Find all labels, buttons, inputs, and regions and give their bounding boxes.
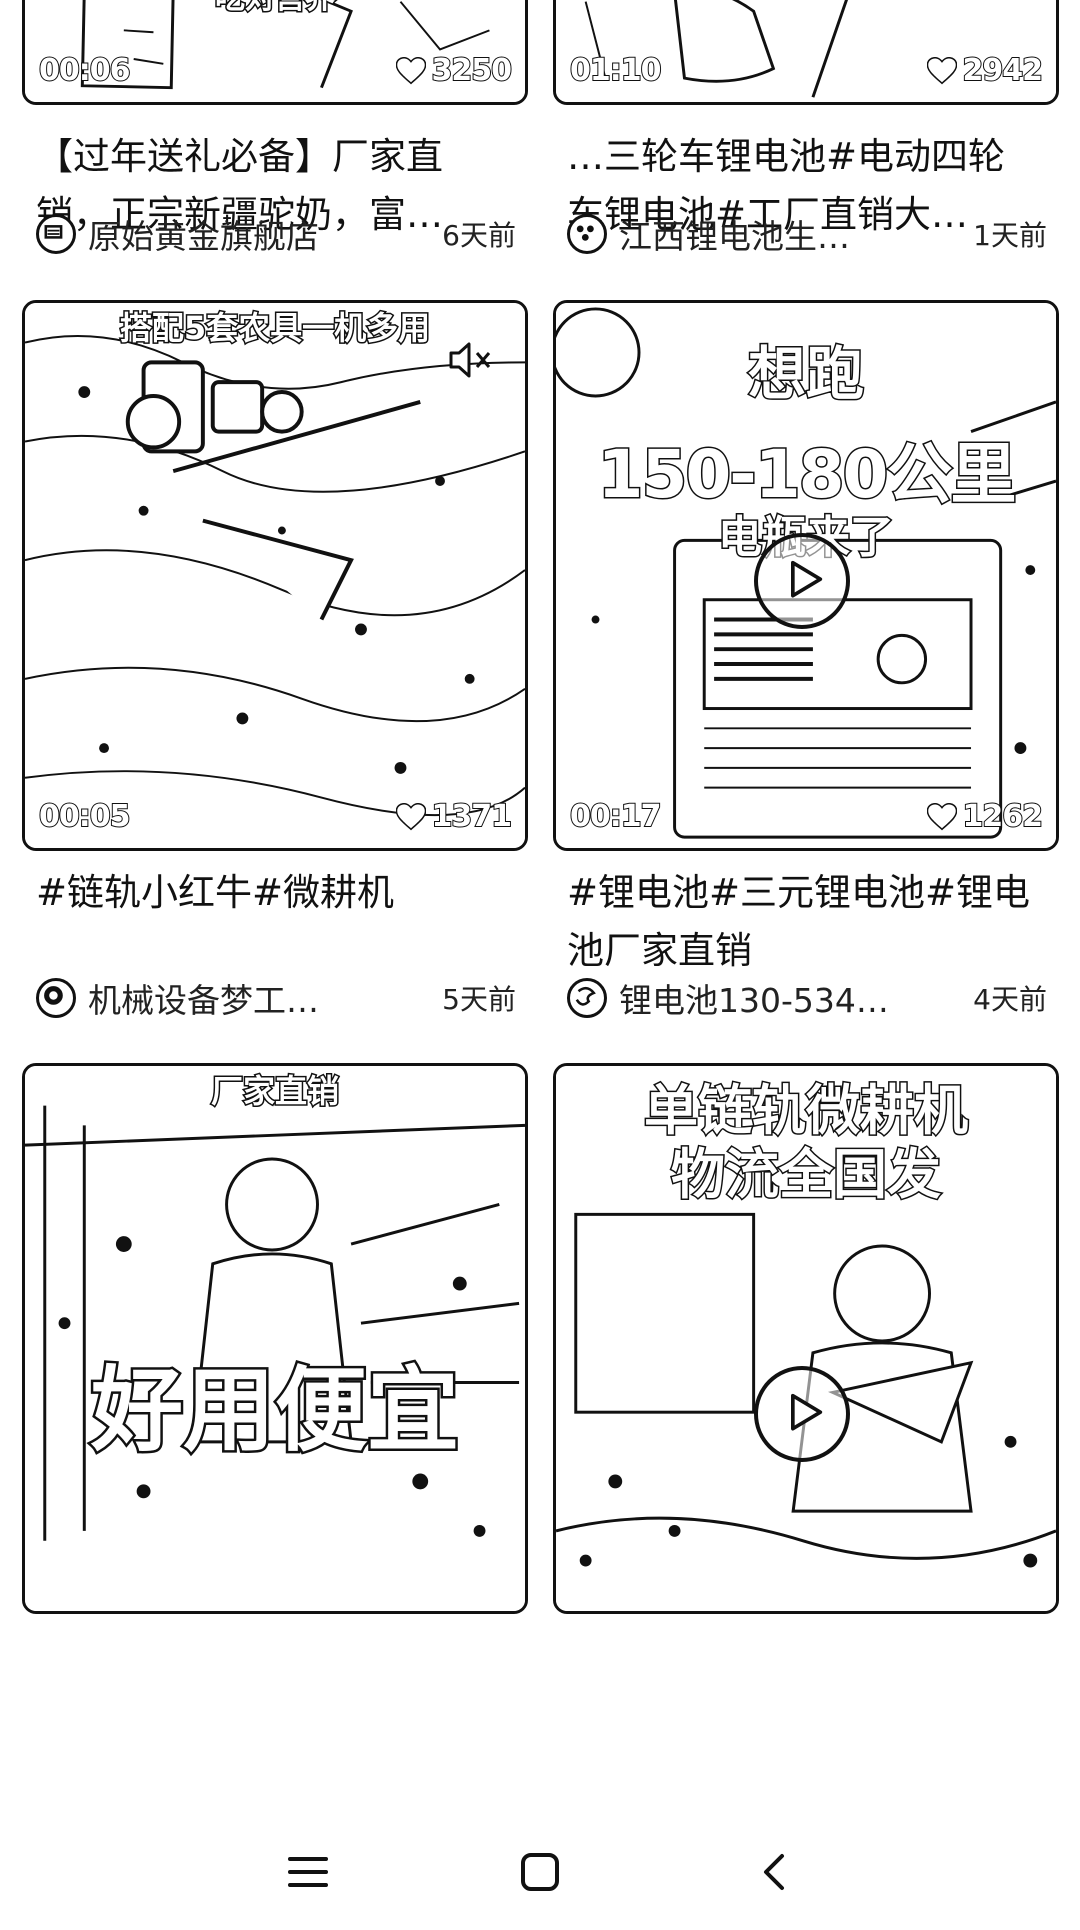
video-duration: 01:10 (569, 52, 662, 89)
video-title[interactable]: #锂电池#三元锂电池#锂电池厂家直销 (567, 864, 1037, 980)
video-card[interactable]: 厂家直销 好用便宜 (22, 1063, 530, 1818)
video-thumbnail[interactable]: 单链轨微耕机 物流全国发 (553, 1063, 1059, 1614)
author-avatar[interactable] (36, 978, 76, 1018)
video-thumbnail[interactable]: 01:10 2942 (553, 0, 1059, 105)
play-button[interactable] (754, 1366, 850, 1462)
video-thumbnail[interactable]: 想跑 150-180公里 电瓶来了 00:17 1262 (553, 300, 1059, 851)
thumbnail-caption: 厂家直销 (209, 1071, 340, 1112)
video-thumbnail[interactable]: 吃对营养 00:06 3250 (22, 0, 528, 105)
author-name[interactable]: 锂电池130-534… (619, 974, 963, 1022)
like-count: 2942 (926, 52, 1044, 89)
recent-apps-button[interactable] (272, 1842, 344, 1902)
author-avatar[interactable] (567, 978, 607, 1018)
menu-icon (288, 1857, 328, 1887)
play-icon (791, 560, 823, 598)
heart-icon (395, 802, 426, 830)
like-count: 3250 (395, 52, 513, 89)
machine-logo-icon (44, 986, 63, 1005)
video-card[interactable]: 单链轨微耕机 物流全国发 (553, 1063, 1061, 1818)
battery-logo-icon (576, 225, 594, 241)
thumbnail-caption-line1: 想跑 (746, 339, 865, 410)
video-meta: 江西锂电池生… 1天前 (567, 212, 1047, 256)
video-card[interactable]: 搭配5套农具一机多用 00:05 1371 #链轨小红牛#微耕机 机械设备梦工…… (22, 300, 530, 1060)
video-title[interactable]: #链轨小红牛#微耕机 (36, 864, 506, 922)
thumbnail-caption: 吃对营养 (25, 0, 525, 18)
speaker-muted-icon (449, 342, 491, 378)
home-square-icon (521, 1853, 559, 1891)
video-card[interactable]: 吃对营养 00:06 3250 【过年送礼必备】厂家直销，正宗新疆驼奶，富… 原… (22, 0, 530, 300)
author-name[interactable]: 原始黄金旗舰店 (88, 210, 432, 258)
author-avatar[interactable] (567, 214, 607, 254)
thumbnail-headline: 好用便宜 (88, 1355, 461, 1467)
like-count-value: 2942 (962, 52, 1044, 89)
post-time: 1天前 (973, 219, 1047, 252)
video-feed[interactable]: 吃对营养 00:06 3250 【过年送礼必备】厂家直销，正宗新疆驼奶，富… 原… (0, 0, 1080, 1818)
post-time: 5天前 (442, 983, 516, 1016)
like-count-value: 1262 (962, 798, 1044, 835)
video-card[interactable]: 想跑 150-180公里 电瓶来了 00:17 1262 #锂电池#三元锂电池#… (553, 300, 1061, 1060)
video-meta: 原始黄金旗舰店 6天前 (36, 212, 516, 256)
heart-icon (926, 802, 957, 830)
shop-logo-icon (44, 225, 63, 239)
mute-button[interactable] (439, 331, 497, 389)
video-card[interactable]: 01:10 2942 …三轮车锂电池#电动四轮车锂电池#工厂直销大… 江西锂电池… (553, 0, 1061, 300)
home-button[interactable] (504, 1842, 576, 1902)
post-time: 6天前 (442, 219, 516, 252)
like-count: 1262 (926, 798, 1044, 835)
video-duration: 00:06 (38, 52, 131, 89)
play-icon (791, 1393, 823, 1431)
video-thumbnail[interactable]: 厂家直销 好用便宜 (22, 1063, 528, 1614)
video-duration: 00:05 (38, 798, 131, 835)
like-count: 1371 (395, 798, 513, 835)
video-meta: 锂电池130-534… 4天前 (567, 976, 1047, 1020)
thumbnail-caption-line2: 物流全国发 (670, 1142, 943, 1208)
author-name[interactable]: 机械设备梦工… (88, 974, 432, 1022)
like-count-value: 3250 (431, 52, 513, 89)
swirl-logo-icon (575, 986, 596, 1006)
post-time: 4天前 (973, 983, 1047, 1016)
author-name[interactable]: 江西锂电池生… (619, 210, 963, 258)
video-meta: 机械设备梦工… 5天前 (36, 976, 516, 1020)
play-button[interactable] (754, 533, 850, 629)
author-avatar[interactable] (36, 214, 76, 254)
like-count-value: 1371 (431, 798, 513, 835)
back-button[interactable] (738, 1842, 810, 1902)
video-thumbnail[interactable]: 搭配5套农具一机多用 00:05 1371 (22, 300, 528, 851)
back-chevron-icon (764, 1854, 784, 1890)
video-duration: 00:17 (569, 798, 662, 835)
heart-icon (926, 56, 957, 84)
heart-icon (395, 56, 426, 84)
system-nav-bar (0, 1818, 1080, 1930)
